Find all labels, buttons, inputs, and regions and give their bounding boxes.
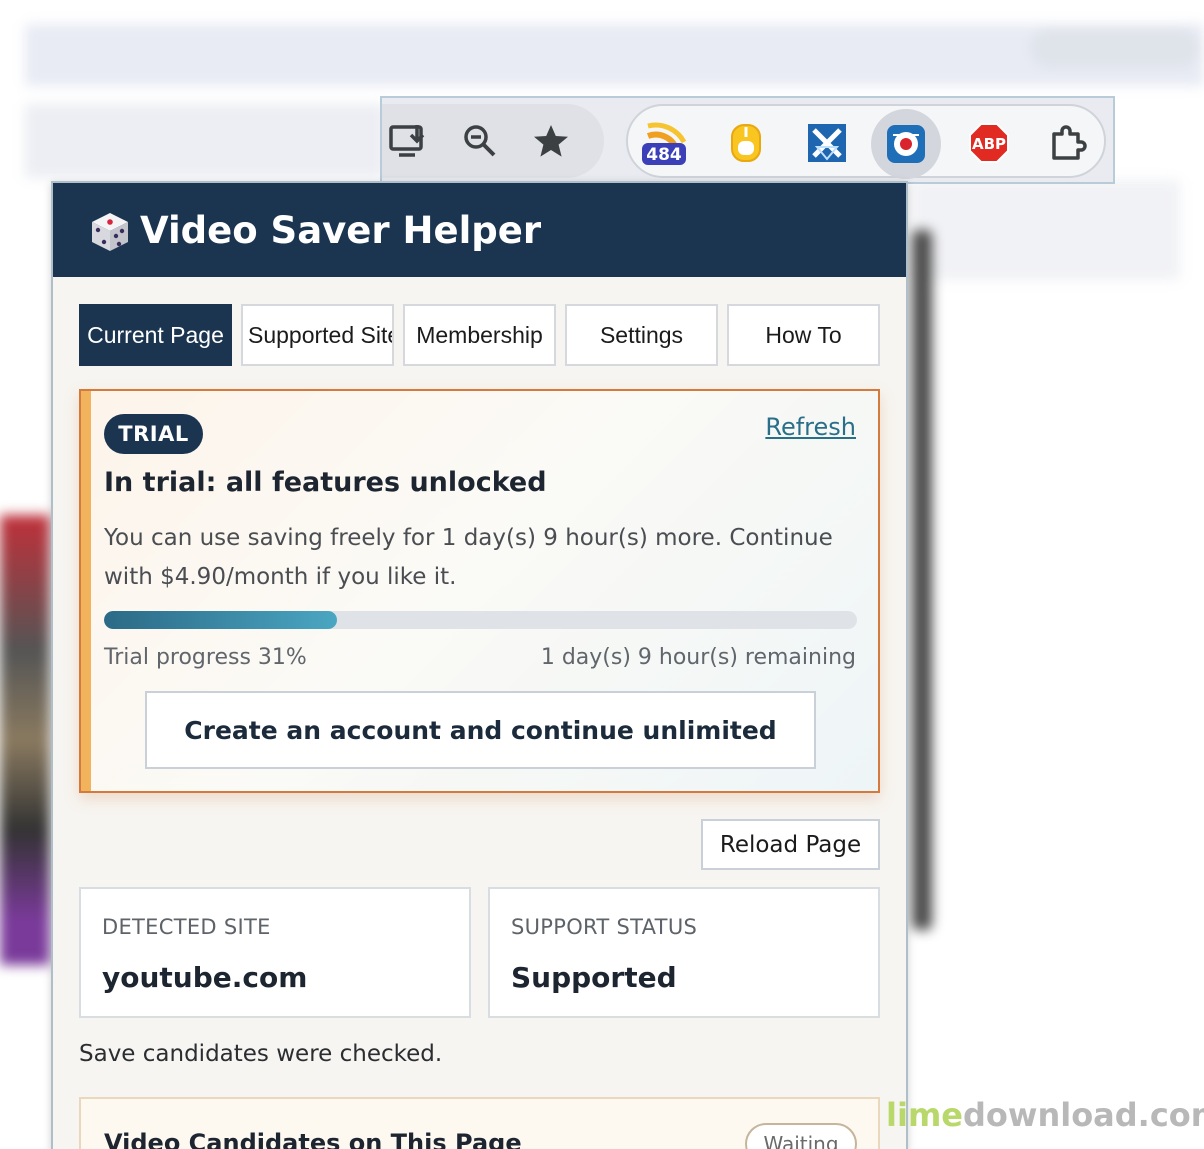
tab-how-to[interactable]: How To bbox=[727, 304, 880, 366]
create-account-button[interactable]: Create an account and continue unlimited bbox=[145, 691, 816, 769]
trial-progress-bar bbox=[104, 611, 857, 629]
zoom-icon[interactable] bbox=[455, 116, 505, 166]
trial-card: TRIAL Refresh In trial: all features unl… bbox=[79, 389, 880, 793]
detected-site-card: DETECTED SITE youtube.com bbox=[79, 887, 471, 1018]
popup-title: Video Saver Helper bbox=[140, 209, 542, 252]
video-candidates-card: Video Candidates on This Page Waiting bbox=[79, 1097, 880, 1149]
tab-current-page[interactable]: Current Page bbox=[79, 304, 232, 366]
video-candidates-title: Video Candidates on This Page bbox=[104, 1129, 522, 1149]
trial-description: You can use saving freely for 1 day(s) 9… bbox=[104, 525, 833, 590]
rss-extension-icon[interactable]: 484 bbox=[638, 116, 692, 170]
watermark: limedownload.com bbox=[886, 1096, 1204, 1134]
page-scrollbar bbox=[912, 230, 932, 930]
support-status-card: SUPPORT STATUS Supported bbox=[488, 887, 880, 1018]
tab-settings[interactable]: Settings bbox=[565, 304, 718, 366]
watermark-part-download: download.com bbox=[962, 1096, 1204, 1134]
bookmark-star-icon[interactable] bbox=[526, 116, 576, 166]
trial-title: In trial: all features unlocked bbox=[104, 467, 547, 498]
candidates-status-badge: Waiting bbox=[745, 1123, 857, 1149]
mouse-extension-icon[interactable] bbox=[719, 116, 773, 170]
dice-logo-icon bbox=[89, 211, 131, 253]
video-saver-extension-icon[interactable] bbox=[871, 109, 941, 179]
reload-page-button[interactable]: Reload Page bbox=[701, 819, 880, 870]
trial-badge: TRIAL bbox=[104, 414, 203, 454]
extension-toolbar: 484 ABP bbox=[380, 96, 1115, 184]
candidates-checked-text: Save candidates were checked. bbox=[79, 1041, 443, 1067]
support-status-value: Supported bbox=[511, 961, 677, 994]
watermark-part-lime: lime bbox=[886, 1096, 963, 1134]
detected-site-value: youtube.com bbox=[102, 961, 308, 994]
tab-membership[interactable]: Membership bbox=[403, 304, 556, 366]
extensions-area: 484 ABP bbox=[626, 104, 1106, 179]
browser-address-bar bbox=[25, 104, 385, 178]
page-content-blurred bbox=[910, 180, 1180, 280]
support-status-label: SUPPORT STATUS bbox=[511, 915, 698, 939]
browser-tab bbox=[1030, 28, 1200, 68]
popup-header: Video Saver Helper bbox=[53, 183, 906, 277]
extension-popup: Video Saver Helper Current Page Supporte… bbox=[51, 181, 908, 1149]
trial-accent-stripe bbox=[81, 391, 91, 791]
page-thumbnails-blurred bbox=[0, 515, 50, 965]
extension-badge-count: 484 bbox=[646, 145, 682, 165]
install-app-icon[interactable] bbox=[384, 116, 434, 166]
extensions-puzzle-icon[interactable] bbox=[1042, 116, 1096, 170]
adblock-plus-icon[interactable]: ABP bbox=[962, 116, 1016, 170]
omnibox-actions bbox=[382, 104, 604, 178]
x-extension-icon[interactable] bbox=[800, 116, 854, 170]
trial-progress-fill bbox=[104, 611, 338, 629]
trial-progress-label: Trial progress 31% bbox=[104, 645, 307, 670]
adblock-text: ABP bbox=[972, 135, 1006, 153]
browser-tab-strip bbox=[25, 24, 1204, 86]
refresh-link[interactable]: Refresh bbox=[765, 413, 856, 441]
detected-site-label: DETECTED SITE bbox=[102, 915, 271, 939]
tab-supported-sites[interactable]: Supported Sites bbox=[241, 304, 394, 366]
trial-remaining-label: 1 day(s) 9 hour(s) remaining bbox=[540, 645, 856, 670]
